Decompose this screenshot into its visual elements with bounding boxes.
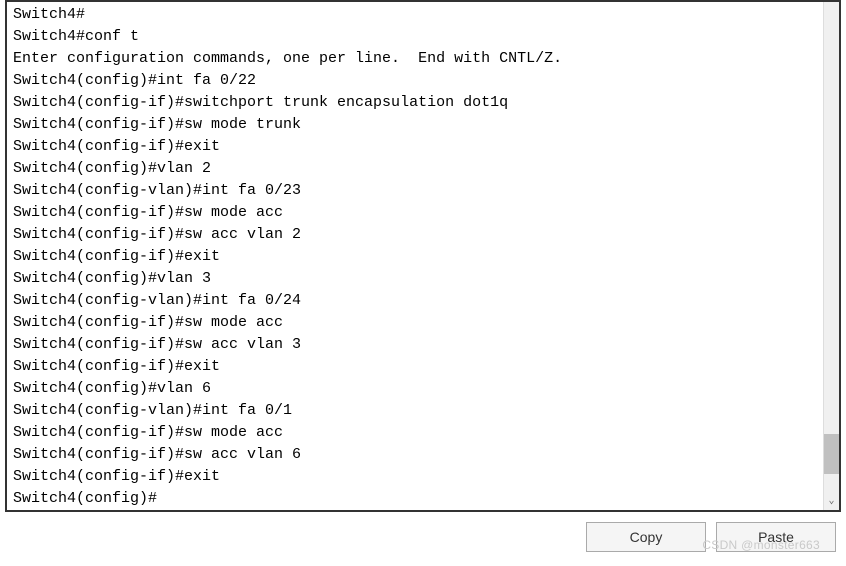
copy-button[interactable]: Copy bbox=[586, 522, 706, 552]
scrollbar-down-arrow-icon[interactable]: ⌄ bbox=[824, 492, 839, 510]
terminal-output[interactable]: Switch4# Switch4#conf t Enter configurat… bbox=[7, 2, 823, 510]
paste-button[interactable]: Paste bbox=[716, 522, 836, 552]
scrollbar-thumb[interactable] bbox=[824, 434, 839, 474]
button-bar: Copy Paste bbox=[0, 512, 846, 552]
terminal-window: Switch4# Switch4#conf t Enter configurat… bbox=[5, 0, 841, 512]
terminal-scrollbar[interactable]: ⌄ bbox=[823, 2, 839, 510]
